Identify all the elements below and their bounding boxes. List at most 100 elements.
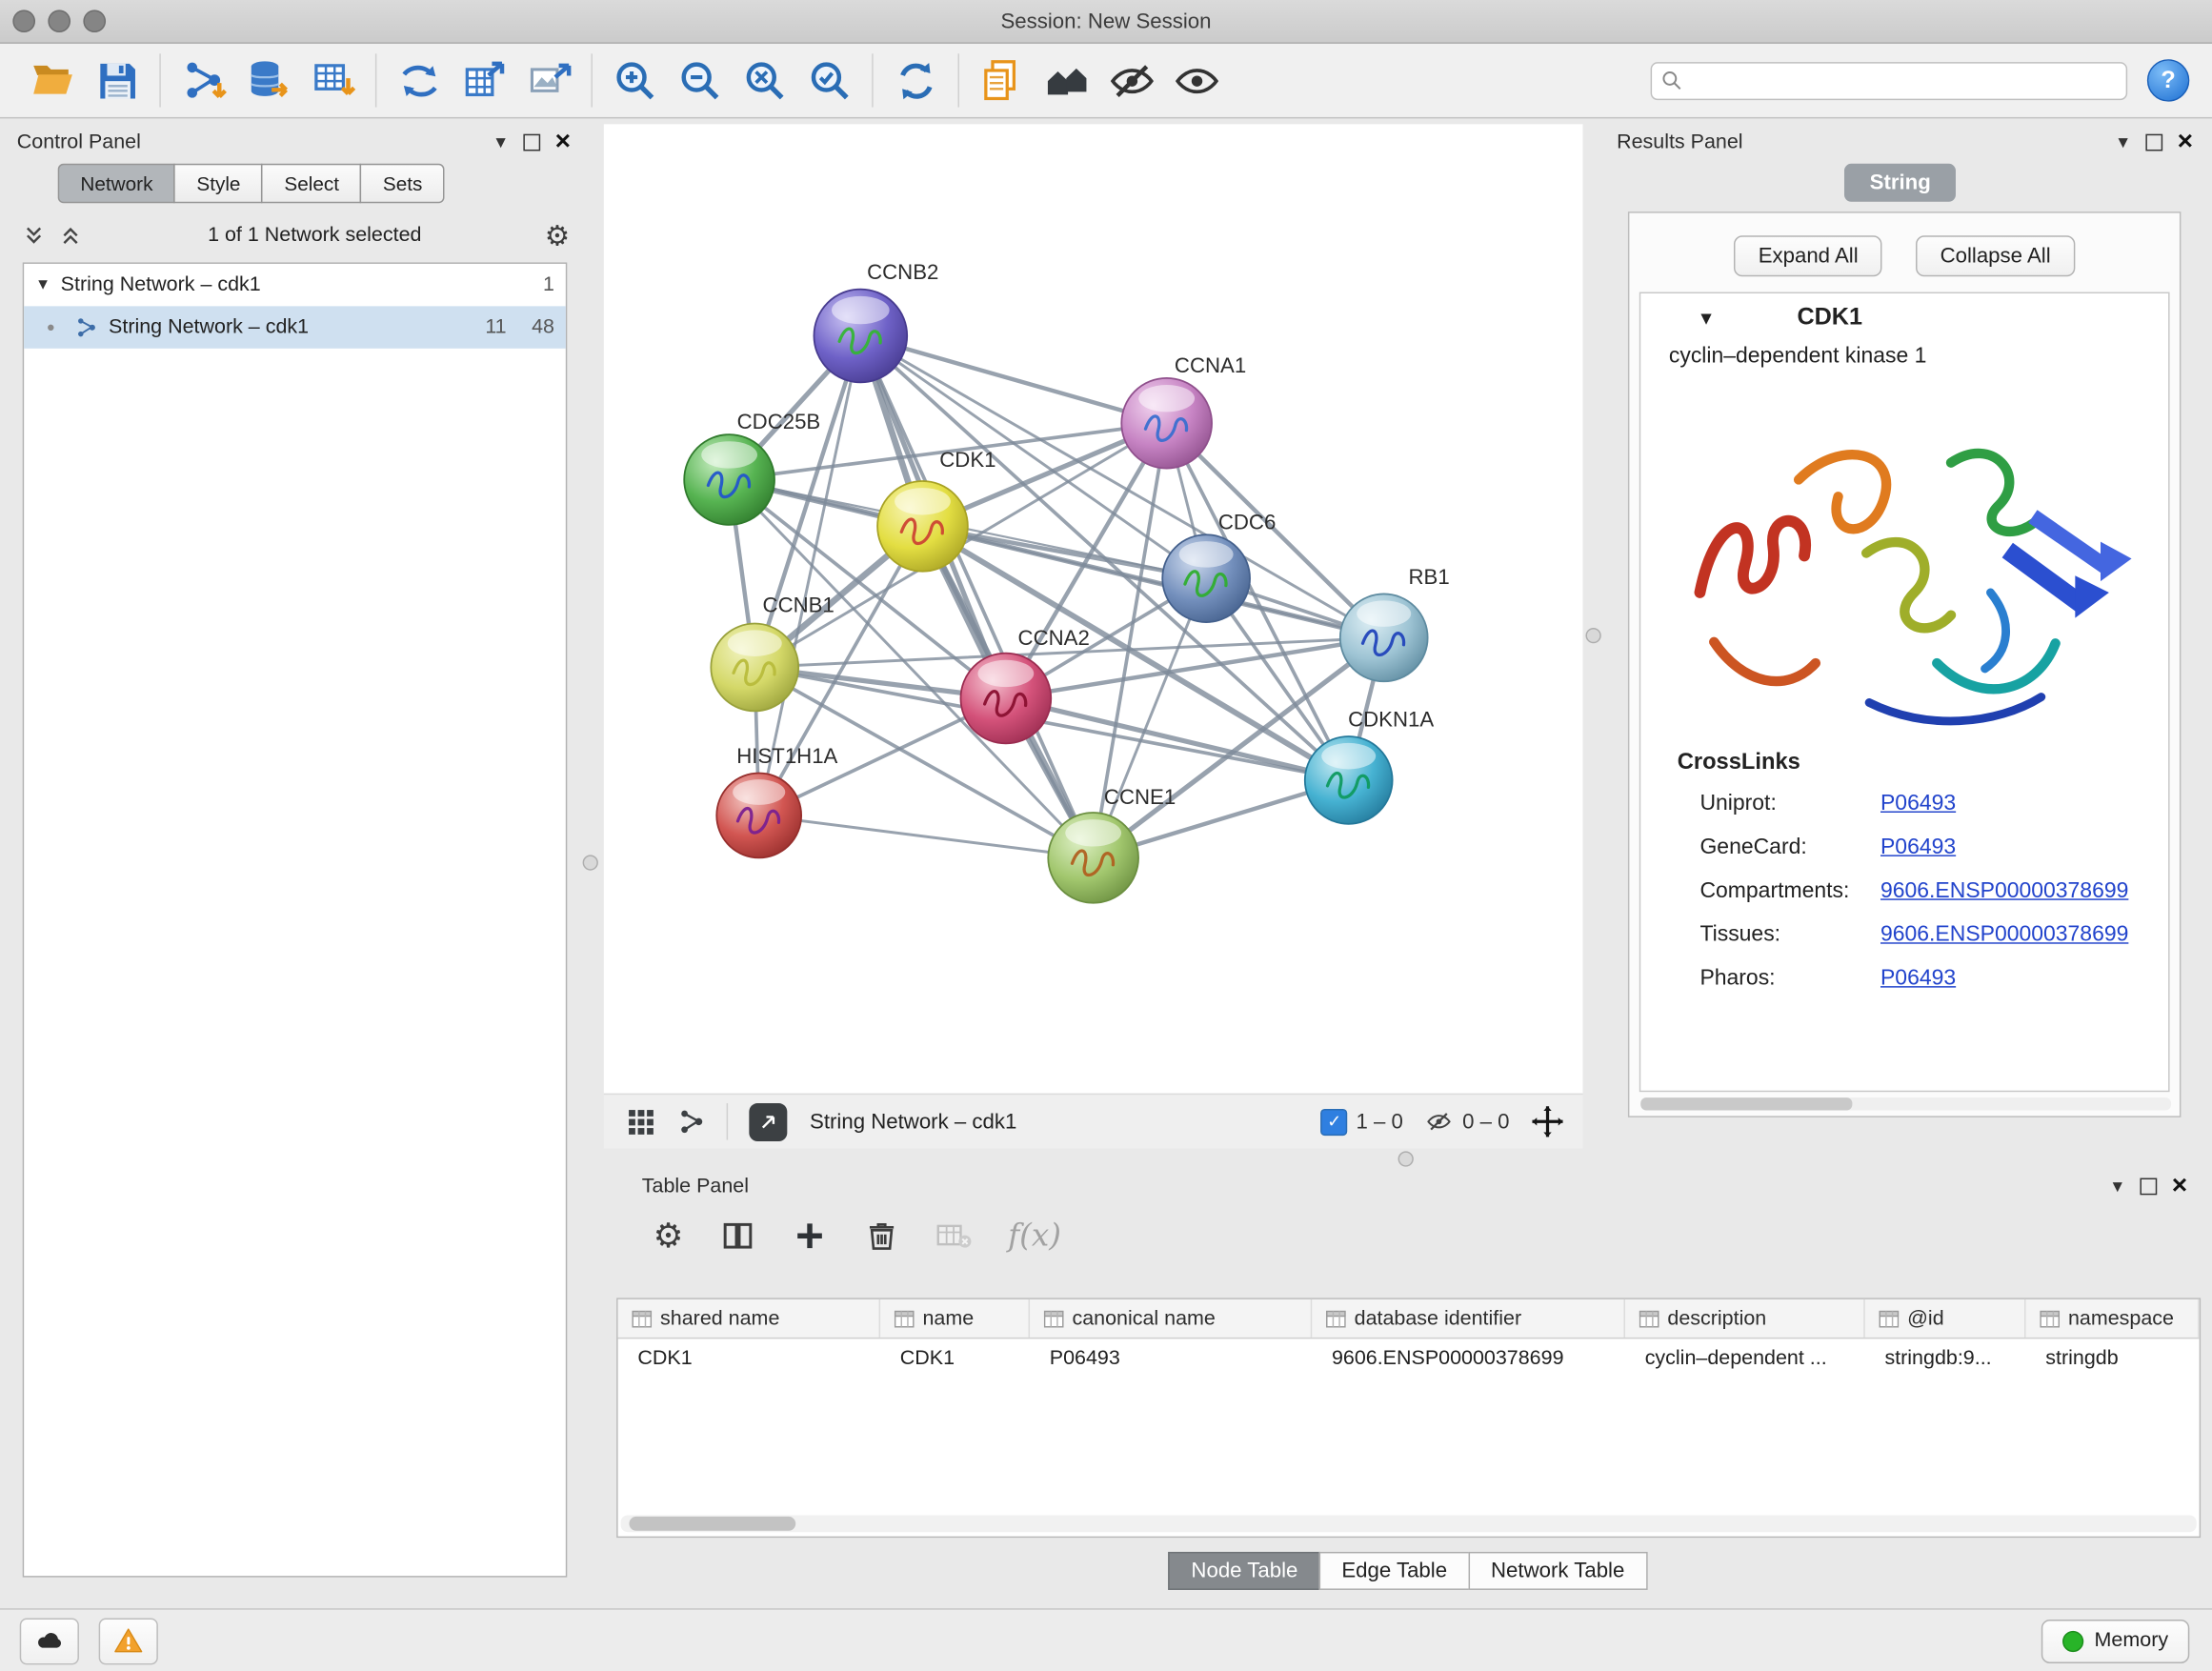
network-row-selected[interactable]: ● String Network – cdk1 11 48 <box>24 306 566 348</box>
pan-crosshair-icon[interactable] <box>1529 1103 1566 1140</box>
crosslink-label: Uniprot: <box>1699 791 1776 816</box>
network-collection-row[interactable]: ▼ String Network – cdk1 1 <box>24 264 566 306</box>
zoom-selected-button[interactable] <box>797 50 862 111</box>
show-all-button[interactable] <box>1164 50 1229 111</box>
help-button[interactable]: ? <box>2147 59 2189 101</box>
network-overview-button[interactable] <box>666 1100 716 1142</box>
memory-button[interactable]: Memory <box>2041 1619 2189 1662</box>
import-table-from-file-button[interactable] <box>300 50 365 111</box>
scroll-thumb[interactable] <box>629 1517 795 1531</box>
section-collapse-icon[interactable]: ▼ <box>1697 307 1715 328</box>
network-node-CDK1[interactable]: CDK1 <box>877 448 995 572</box>
expand-all-icon[interactable] <box>20 223 49 249</box>
column-header-shared-name[interactable]: shared name <box>618 1299 880 1338</box>
network-node-CDKN1A[interactable]: CDKN1A <box>1305 708 1435 824</box>
panel-float-icon[interactable] <box>523 133 540 151</box>
network-node-CCNB1[interactable]: CCNB1 <box>711 594 834 712</box>
import-network-from-database-button[interactable] <box>235 50 300 111</box>
network-view-canvas[interactable]: CCNB2CCNA1CDC25BCDK1CDC6RB1CCNB1CCNA2CDK… <box>604 124 1583 1093</box>
column-header-name[interactable]: name <box>880 1299 1030 1338</box>
tab-network[interactable]: Network <box>58 164 175 203</box>
network-node-CDC25B[interactable]: CDC25B <box>684 410 820 525</box>
tab-edge-table[interactable]: Edge Table <box>1319 1552 1470 1590</box>
tab-string[interactable]: String <box>1844 164 1956 202</box>
zoom-fit-button[interactable] <box>733 50 797 111</box>
detach-view-button[interactable] <box>749 1102 787 1140</box>
left-splitter-handle[interactable] <box>583 855 598 870</box>
crosslink-link[interactable]: P06493 <box>1880 791 1956 816</box>
results-hscrollbar[interactable] <box>1640 1097 2171 1110</box>
right-splitter-handle[interactable] <box>1585 628 1600 643</box>
tab-network-table[interactable]: Network Table <box>1468 1552 1647 1590</box>
export-image-button[interactable] <box>516 50 581 111</box>
tab-node-table[interactable]: Node Table <box>1169 1552 1320 1590</box>
selected-checkbox-icon[interactable]: ✓ <box>1320 1108 1347 1135</box>
create-column-plus-icon[interactable] <box>791 1218 828 1255</box>
string-network-graph[interactable]: CCNB2CCNA1CDC25BCDK1CDC6RB1CCNB1CCNA2CDK… <box>604 124 1583 1093</box>
edge-CCNA2-CDKN1A[interactable] <box>1006 698 1349 780</box>
warnings-button[interactable] <box>99 1618 158 1664</box>
crosslink-link[interactable]: P06493 <box>1880 835 1956 860</box>
column-header-description[interactable]: description <box>1625 1299 1865 1338</box>
table-settings-gear-icon[interactable]: ⚙ <box>654 1216 684 1257</box>
network-node-HIST1H1A[interactable]: HIST1H1A <box>716 744 837 857</box>
import-network-from-file-button[interactable] <box>171 50 235 111</box>
tree-expand-icon[interactable]: ▼ <box>35 276 61 293</box>
panel-close-icon[interactable]: × <box>2164 1176 2196 1196</box>
table-cell[interactable]: CDK1 <box>618 1339 880 1377</box>
open-session-button[interactable] <box>20 50 85 111</box>
table-row[interactable]: CDK1CDK1P064939606.ENSP00000378699cyclin… <box>618 1339 2200 1377</box>
show-columns-icon[interactable] <box>720 1218 754 1253</box>
network-node-CCNB2[interactable]: CCNB2 <box>814 260 938 382</box>
table-cell[interactable]: CDK1 <box>880 1339 1030 1377</box>
table-hscrollbar[interactable] <box>621 1515 2197 1532</box>
horizontal-splitter-handle[interactable] <box>1398 1151 1414 1166</box>
crosslink-link[interactable]: 9606.ENSP00000378699 <box>1880 922 2128 948</box>
cloud-status-button[interactable] <box>20 1618 79 1664</box>
toolbar-search[interactable] <box>1651 61 2128 99</box>
publication-ready-button[interactable] <box>969 50 1034 111</box>
tab-select[interactable]: Select <box>262 164 362 203</box>
collapse-all-button[interactable]: Collapse All <box>1916 235 2074 276</box>
zoom-out-button[interactable] <box>667 50 732 111</box>
crosslink-link[interactable]: 9606.ENSP00000378699 <box>1880 878 2128 904</box>
save-session-button[interactable] <box>85 50 150 111</box>
tab-style[interactable]: Style <box>174 164 263 203</box>
edge-HIST1H1A-CCNE1[interactable] <box>759 815 1094 857</box>
tab-sets[interactable]: Sets <box>360 164 445 203</box>
network-node-CCNA1[interactable]: CCNA1 <box>1121 353 1246 469</box>
edge-CCNB2-CCNB1[interactable] <box>754 335 860 667</box>
expand-all-button[interactable]: Expand All <box>1735 235 1882 276</box>
network-node-RB1[interactable]: RB1 <box>1340 565 1450 681</box>
column-header-@id[interactable]: @id <box>1865 1299 2026 1338</box>
table-cell[interactable]: 9606.ENSP00000378699 <box>1312 1339 1625 1377</box>
export-table-button[interactable] <box>452 50 516 111</box>
table-cell[interactable]: stringdb <box>2026 1339 2200 1377</box>
column-header-namespace[interactable]: namespace <box>2026 1299 2200 1338</box>
gear-icon[interactable]: ⚙ <box>545 218 571 253</box>
table-cell[interactable]: stringdb:9... <box>1865 1339 2026 1377</box>
crosslink-link[interactable]: P06493 <box>1880 966 1956 992</box>
panel-close-icon[interactable]: × <box>2170 131 2202 151</box>
panel-collapse-icon[interactable]: ▾ <box>485 130 516 153</box>
edge-CCNB2-CCNE1[interactable] <box>860 335 1093 857</box>
collapse-all-icon[interactable] <box>56 223 85 249</box>
scroll-thumb[interactable] <box>1640 1097 1852 1110</box>
table-cell[interactable]: P06493 <box>1030 1339 1312 1377</box>
table-cell[interactable]: cyclin–dependent ... <box>1625 1339 1865 1377</box>
column-header-database-identifier[interactable]: database identifier <box>1312 1299 1625 1338</box>
zoom-in-button[interactable] <box>602 50 667 111</box>
panel-collapse-icon[interactable]: ▾ <box>2101 1174 2133 1198</box>
network-from-selection-button[interactable] <box>387 50 452 111</box>
first-neighbors-button[interactable] <box>1034 50 1098 111</box>
panel-collapse-icon[interactable]: ▾ <box>2107 130 2139 153</box>
panel-float-icon[interactable] <box>2140 1178 2157 1195</box>
apply-layout-button[interactable] <box>883 50 948 111</box>
panel-close-icon[interactable]: × <box>548 131 579 151</box>
delete-column-trash-icon[interactable] <box>864 1218 898 1253</box>
panel-float-icon[interactable] <box>2145 133 2162 151</box>
hide-selected-button[interactable] <box>1099 50 1164 111</box>
column-header-canonical-name[interactable]: canonical name <box>1030 1299 1312 1338</box>
birds-eye-view-button[interactable] <box>615 1100 666 1142</box>
search-input[interactable] <box>1683 68 2126 93</box>
